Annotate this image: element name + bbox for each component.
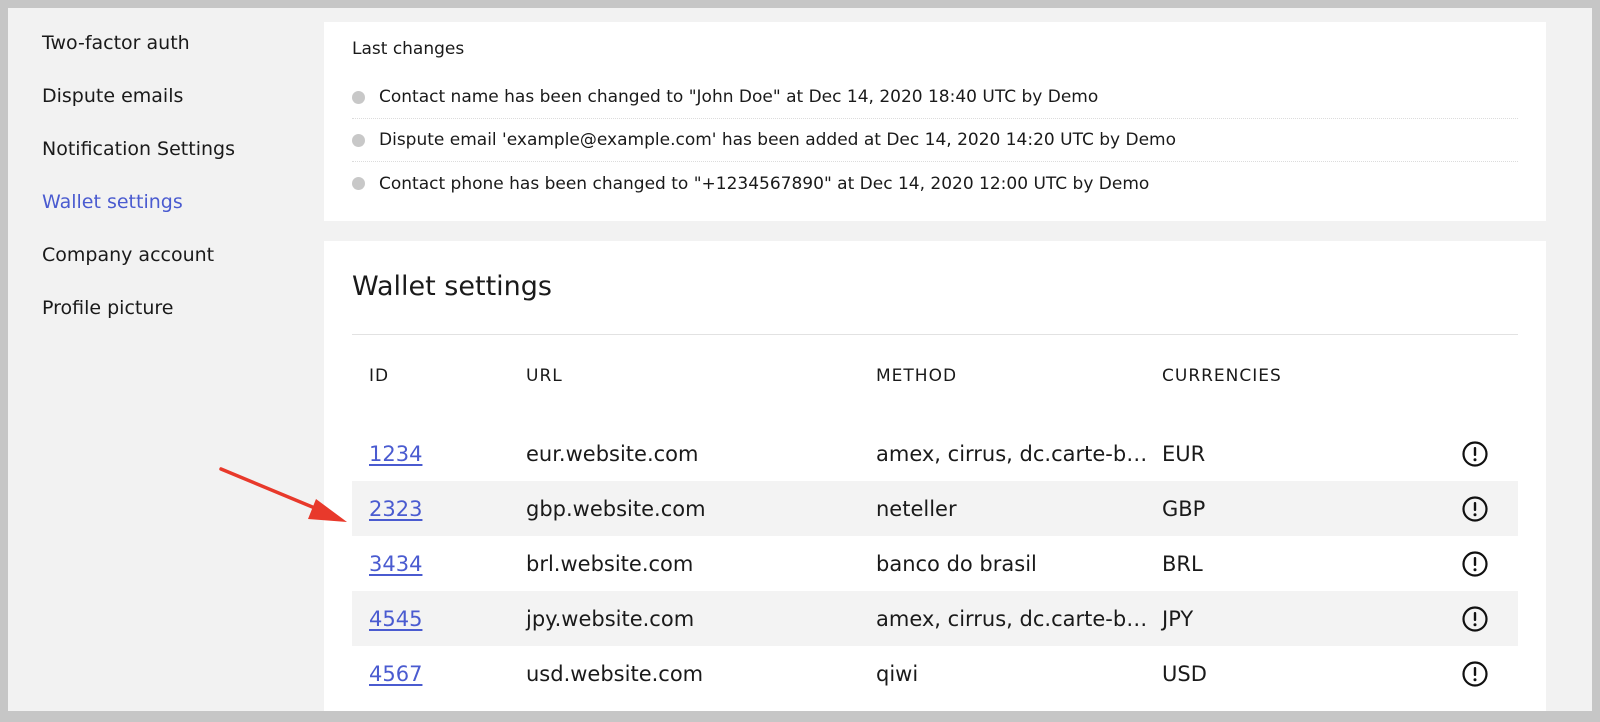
wallet-id-link[interactable]: 4545 xyxy=(369,607,422,631)
change-item: Dispute email 'example@example.com' has … xyxy=(352,119,1518,162)
wallet-id-link[interactable]: 4567 xyxy=(369,662,422,686)
wallet-method: qiwi xyxy=(876,661,919,686)
changes-list: Contact name has been changed to "John D… xyxy=(352,76,1518,205)
table-row: 4567 usd.website.com qiwi USD xyxy=(352,646,1518,701)
sidebar-item-two-factor-auth[interactable]: Two-factor auth xyxy=(42,30,302,56)
exclamation-circle-icon[interactable] xyxy=(1461,605,1489,633)
change-text: Contact phone has been changed to "+1234… xyxy=(379,173,1150,194)
wallet-currency: GBP xyxy=(1162,496,1206,521)
wallet-currency: BRL xyxy=(1162,551,1203,576)
bullet-icon xyxy=(352,133,365,147)
wallet-url: jpy.website.com xyxy=(526,606,695,631)
wallet-settings-card: Wallet settings ID URL METHOD CURRENCIES… xyxy=(324,241,1546,711)
exclamation-circle-icon[interactable] xyxy=(1461,550,1489,578)
wallets-table: ID URL METHOD CURRENCIES 1234 eur.websit… xyxy=(352,366,1518,701)
table-row: 4545 jpy.website.com amex, cirrus, dc.ca… xyxy=(352,591,1518,646)
change-item: Contact phone has been changed to "+1234… xyxy=(352,162,1518,205)
settings-sidebar: Two-factor auth Dispute emails Notificat… xyxy=(42,30,302,348)
sidebar-item-company-account[interactable]: Company account xyxy=(42,242,302,268)
divider xyxy=(352,334,1518,335)
last-changes-card: Last changes Contact name has been chang… xyxy=(324,22,1546,221)
wallet-settings-title: Wallet settings xyxy=(352,271,552,302)
table-header: ID URL METHOD CURRENCIES xyxy=(352,366,1518,426)
app-frame: Two-factor auth Dispute emails Notificat… xyxy=(8,8,1592,711)
exclamation-circle-icon[interactable] xyxy=(1461,495,1489,523)
wallet-method: neteller xyxy=(876,496,957,521)
sidebar-item-profile-picture[interactable]: Profile picture xyxy=(42,295,302,321)
wallet-currency: JPY xyxy=(1162,606,1194,631)
wallet-method: amex, cirrus, dc.carte-bl… xyxy=(876,606,1154,631)
column-header-url: URL xyxy=(526,366,563,386)
exclamation-circle-icon[interactable] xyxy=(1461,660,1489,688)
table-row: 2323 gbp.website.com neteller GBP xyxy=(352,481,1518,536)
change-item: Contact name has been changed to "John D… xyxy=(352,76,1518,119)
wallet-currency: EUR xyxy=(1162,441,1206,466)
column-header-currencies: CURRENCIES xyxy=(1162,366,1282,386)
column-header-method: METHOD xyxy=(876,366,958,386)
sidebar-item-notification-settings[interactable]: Notification Settings xyxy=(42,136,302,162)
wallet-id-link[interactable]: 2323 xyxy=(369,497,422,521)
wallet-url: usd.website.com xyxy=(526,661,704,686)
wallet-url: brl.website.com xyxy=(526,551,694,576)
wallet-method: amex, cirrus, dc.carte-bl… xyxy=(876,441,1154,466)
sidebar-item-wallet-settings[interactable]: Wallet settings xyxy=(42,189,302,215)
change-text: Dispute email 'example@example.com' has … xyxy=(379,130,1177,150)
bullet-icon xyxy=(352,177,365,190)
sidebar-item-dispute-emails[interactable]: Dispute emails xyxy=(42,83,302,109)
wallet-id-link[interactable]: 3434 xyxy=(369,552,422,576)
wallet-url: gbp.website.com xyxy=(526,496,706,521)
bullet-icon xyxy=(352,90,365,104)
column-header-id: ID xyxy=(369,366,390,386)
change-text: Contact name has been changed to "John D… xyxy=(379,87,1099,107)
table-row: 3434 brl.website.com banco do brasil BRL xyxy=(352,536,1518,591)
exclamation-circle-icon[interactable] xyxy=(1461,440,1489,468)
last-changes-title: Last changes xyxy=(352,39,465,59)
wallet-url: eur.website.com xyxy=(526,441,699,466)
wallet-id-link[interactable]: 1234 xyxy=(369,442,422,466)
table-row: 1234 eur.website.com amex, cirrus, dc.ca… xyxy=(352,426,1518,481)
wallet-method: banco do brasil xyxy=(876,551,1037,576)
wallet-currency: USD xyxy=(1162,661,1207,686)
